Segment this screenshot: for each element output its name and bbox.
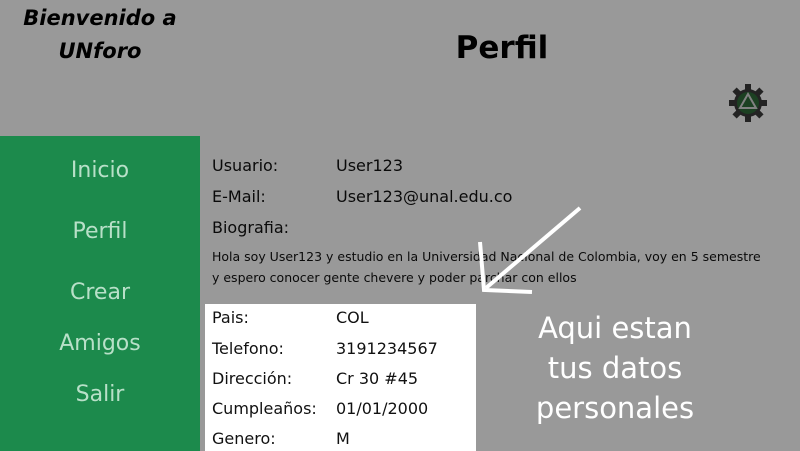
telefono-value: 3191234567	[336, 339, 438, 358]
direccion-label: Dirección:	[212, 369, 293, 388]
sidebar-item-amigos[interactable]: Amigos	[0, 331, 200, 356]
telefono-label: Telefono:	[212, 339, 284, 358]
genero-value: M	[336, 429, 350, 448]
tutorial-arrow-icon	[478, 206, 582, 294]
sidebar-item-perfil[interactable]: Perfil	[0, 219, 200, 244]
tutorial-callout: Aqui estan tus datos personales	[500, 308, 730, 428]
sidebar: Inicio Perfil Crear Amigos Salir	[0, 136, 200, 451]
callout-line-1: Aqui estan	[538, 311, 692, 345]
genero-label: Genero:	[212, 429, 276, 448]
callout-line-3: personales	[535, 391, 695, 425]
sidebar-item-inicio[interactable]: Inicio	[0, 158, 200, 183]
sidebar-item-salir[interactable]: Salir	[0, 382, 200, 407]
direccion-value: Cr 30 #45	[336, 369, 419, 388]
pais-value: COL	[336, 308, 369, 327]
pais-label: Pais:	[212, 308, 249, 327]
overlay-top	[0, 0, 800, 136]
sidebar-item-crear[interactable]: Crear	[0, 280, 200, 305]
cumpleanos-label: Cumpleaños:	[212, 399, 317, 418]
cumpleanos-value: 01/01/2000	[336, 399, 429, 418]
callout-line-2: tus datos	[547, 351, 683, 385]
